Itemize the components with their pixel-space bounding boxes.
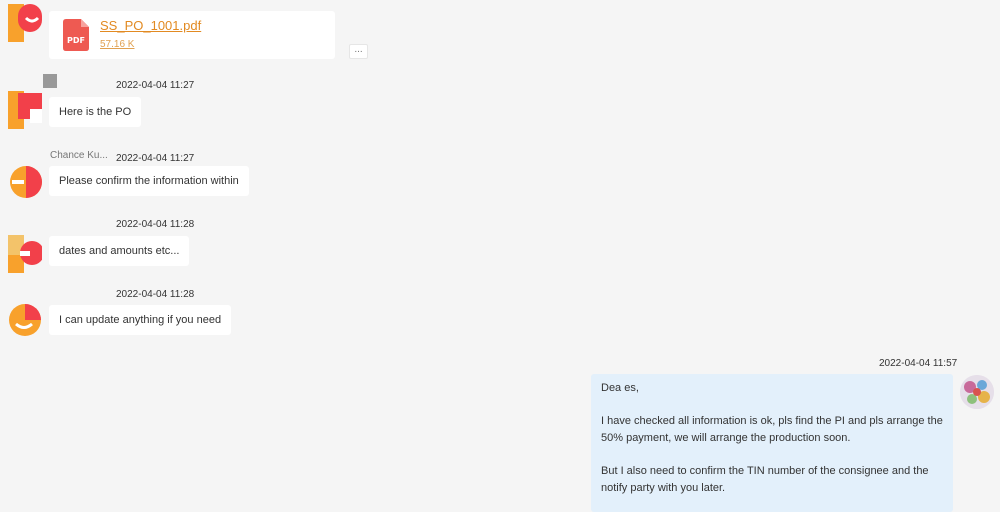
sender-name: Chance Ku... [50,150,108,161]
more-options-button[interactable]: ... [349,44,368,59]
file-size-link[interactable]: 57.16 K [100,39,134,50]
sender-avatar[interactable] [8,235,42,273]
sender-avatar[interactable] [8,91,42,129]
reply-greeting: Dea es, [601,382,639,394]
message-bubble: Here is the PO [49,97,142,127]
file-name-link[interactable]: SS_PO_1001.pdf [100,18,201,33]
message-time: 2022-04-04 11:28 [116,289,195,300]
user-photo-avatar [960,375,994,409]
more-dots-icon: ... [354,44,363,55]
pdf-file-icon: PDF [63,19,89,51]
sender-avatar[interactable] [8,302,42,340]
reply-bubble: Dea es, I have checked all information i… [591,374,953,512]
message-meta: 2022-04-04 11:28 [50,219,194,230]
chat-window: PDF SS_PO_1001.pdf 57.16 K ... 2022-04-0… [0,0,1000,512]
message-meta: 2022-04-04 11:28 [50,289,194,300]
message-meta: Chance Ku... 2022-04-04 11:27 [50,150,194,164]
reply-paragraph-1: I have checked all information is ok, pl… [601,415,943,444]
reply-paragraph-2: But I also need to confirm the TIN numbe… [601,465,929,494]
message-time: 2022-04-04 11:27 [116,153,195,164]
sender-avatar[interactable] [8,164,42,202]
message-time: 2022-04-04 11:27 [116,80,195,91]
sender-avatar[interactable] [8,4,42,42]
file-attachment-card[interactable]: PDF SS_PO_1001.pdf 57.16 K [49,11,335,59]
reply-time: 2022-04-04 11:57 [879,358,958,369]
user-avatar[interactable] [960,375,994,409]
message-bubble: dates and amounts etc... [49,236,190,266]
message-meta: 2022-04-04 11:27 [50,80,194,91]
message-bubble: I can update anything if you need [49,305,232,335]
pdf-badge-label: PDF [67,36,85,45]
message-bubble: Please confirm the information within [49,166,249,196]
message-time: 2022-04-04 11:28 [116,219,195,230]
